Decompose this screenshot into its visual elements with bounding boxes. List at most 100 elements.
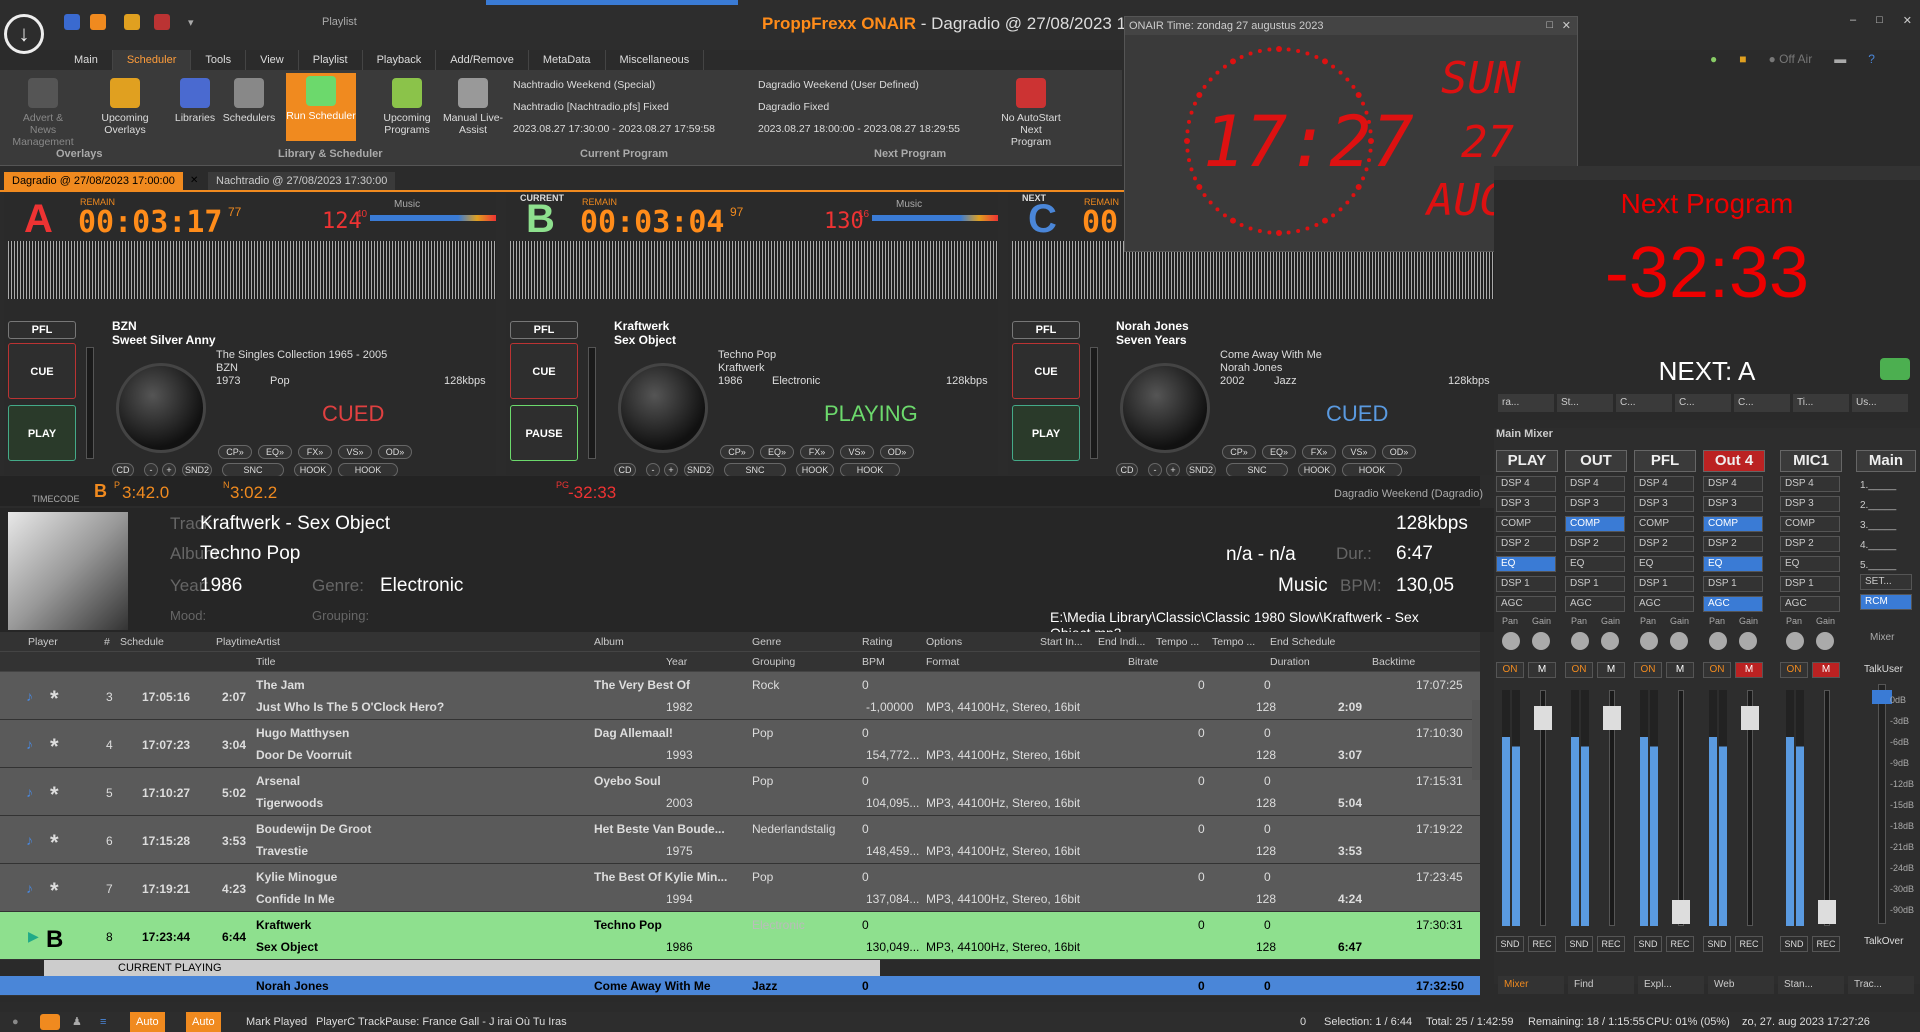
offair-indicator[interactable]: ● Off Air (1769, 52, 1813, 66)
grid-column-header[interactable]: Playtime (216, 636, 256, 648)
deck-fx-button[interactable]: VS» (338, 445, 372, 459)
table-row-next[interactable]: Norah Jones Come Away With Me Jazz 0 0 0 17:32… (0, 976, 1480, 996)
grid-column-header[interactable]: Grouping (752, 656, 795, 668)
mixer-dsp-slot[interactable]: DSP 1 (1780, 576, 1840, 592)
close-icon[interactable]: ✕ (1903, 14, 1912, 27)
deck-control-button[interactable]: HOOK (294, 463, 332, 477)
mixer-dsp-slot[interactable]: DSP 3 (1565, 496, 1625, 512)
channel-fader-handle[interactable] (1818, 900, 1836, 924)
deck-control-button[interactable]: SND2 PFL (1186, 463, 1216, 487)
deck-fx-button[interactable]: VS» (1342, 445, 1376, 459)
mixer-bottom-tab[interactable]: Web (1708, 976, 1774, 994)
deck-fx-button[interactable]: FX» (800, 445, 834, 459)
deck-fx-button[interactable]: EQ» (760, 445, 794, 459)
mixer-bottom-tab[interactable]: Expl... (1638, 976, 1704, 994)
mixer-dsp-slot[interactable]: AGC (1565, 596, 1625, 612)
deck-fx-button[interactable]: EQ» (258, 445, 292, 459)
mixer-dsp-slot[interactable]: EQ (1496, 556, 1556, 572)
main-fader-handle[interactable] (1872, 690, 1892, 704)
mixer-dsp-slot[interactable]: DSP 4 (1634, 476, 1694, 492)
deck-fx-button[interactable]: CP» (1222, 445, 1256, 459)
grid-column-header[interactable]: Tempo ... (1156, 636, 1199, 648)
mixer-channel-play[interactable]: PLAY (1496, 450, 1558, 472)
ribbon-button-run-scheduler[interactable]: Run Scheduler (286, 73, 356, 141)
mixer-channel-mic1[interactable]: MIC1 (1780, 450, 1842, 472)
table-row[interactable]: ♪ * 6 17:15:28 3:53 Boudewijn De Groot Travest… (0, 816, 1480, 864)
grid-column-header[interactable]: Format (926, 656, 959, 668)
mixer-dsp-slot[interactable]: DSP 4 (1565, 476, 1625, 492)
gain-knob[interactable] (1670, 632, 1688, 650)
table-row[interactable]: ♪ * 5 17:10:27 5:02 Arsenal Tigerwoods Oyebo So… (0, 768, 1480, 816)
menu-tab-playlist[interactable]: Playlist (299, 50, 363, 70)
hook-button[interactable]: HOOK (1342, 463, 1402, 477)
channel-on-button[interactable]: ON (1703, 662, 1731, 678)
user-icon[interactable]: ● (1710, 52, 1717, 66)
rec-button[interactable]: REC (1735, 936, 1763, 952)
channel-on-button[interactable]: ON (1565, 662, 1593, 678)
deck-fx-button[interactable]: FX» (1302, 445, 1336, 459)
maximize-icon[interactable]: □ (1876, 14, 1883, 27)
pan-knob[interactable] (1571, 632, 1589, 650)
deck-fx-button[interactable]: FX» (298, 445, 332, 459)
deck-control-button[interactable]: SNC (222, 463, 284, 477)
grid-column-header[interactable]: Year (666, 656, 687, 668)
mixer-dsp-slot[interactable]: DSP 3 (1703, 496, 1763, 512)
menu-tab-main[interactable]: Main (60, 50, 113, 70)
table-row[interactable]: ♪ * 7 17:19:21 4:23 Kylie Minogue Confide In M… (0, 864, 1480, 912)
deck-control-button[interactable]: HOOK (796, 463, 834, 477)
jog-wheel[interactable] (116, 363, 206, 453)
mixer-dsp-slot[interactable]: DSP 3 (1634, 496, 1694, 512)
pan-knob[interactable] (1640, 632, 1658, 650)
table-row[interactable]: ♪ * 4 17:07:23 3:04 Hugo Matthysen Door De Voo… (0, 720, 1480, 768)
next-program-tab[interactable]: C... (1675, 394, 1731, 412)
mixer-dsp-slot[interactable]: DSP 3 (1496, 496, 1556, 512)
mark-played-button[interactable]: Mark Played (246, 1012, 307, 1032)
bulb-icon[interactable] (40, 1014, 60, 1030)
pan-knob[interactable] (1502, 632, 1520, 650)
mixer-channel-out[interactable]: OUT (1565, 450, 1627, 472)
mixer-dsp-slot[interactable]: DSP 1 (1703, 576, 1763, 592)
deck-control-button[interactable]: CD (1116, 463, 1138, 477)
deck-control-button[interactable]: CD (112, 463, 134, 477)
deck-fx-button[interactable]: OD» (880, 445, 914, 459)
pitch-fader[interactable] (1090, 347, 1098, 459)
grid-column-header[interactable]: # (104, 636, 110, 648)
app-menu-icon[interactable]: ↓ (4, 14, 44, 54)
deck-fx-button[interactable]: OD» (1382, 445, 1416, 459)
deck-control-button[interactable]: CD (614, 463, 636, 477)
channel-mute-button[interactable]: M (1666, 662, 1694, 678)
mixer-dsp-slot[interactable]: DSP 1 (1634, 576, 1694, 592)
minimize-icon[interactable]: – (1850, 14, 1856, 27)
menu-tab-playback[interactable]: Playback (363, 50, 437, 70)
ribbon-button-upcoming-programs[interactable]: Upcoming Programs (376, 75, 438, 145)
next-program-tab[interactable]: Us... (1852, 394, 1908, 412)
channel-fader-handle[interactable] (1603, 706, 1621, 730)
mixer-dsp-slot[interactable]: COMP (1496, 516, 1556, 532)
mixer-bottom-tab[interactable]: Trac... (1848, 976, 1914, 994)
grid-column-header[interactable]: Rating (862, 636, 892, 648)
main-slot-3[interactable]: 3._____ (1860, 516, 1896, 536)
ribbon-button-no-autostart-next-program[interactable]: No AutoStart Next Program (1000, 75, 1062, 148)
snd-button[interactable]: SND (1565, 936, 1593, 952)
next-program-tab[interactable]: ra... (1498, 394, 1554, 412)
mixer-bottom-tab[interactable]: Stan... (1778, 976, 1844, 994)
main-slot-4[interactable]: 4._____ (1860, 536, 1896, 556)
main-slot-1[interactable]: 1._____ (1860, 476, 1896, 496)
pfl-button[interactable]: PFL (1012, 321, 1080, 339)
mixer-dsp-slot[interactable]: AGC (1703, 596, 1763, 612)
flag-icon[interactable] (154, 14, 170, 30)
deck-fx-button[interactable]: CP» (218, 445, 252, 459)
channel-on-button[interactable]: ON (1496, 662, 1524, 678)
mixer-dsp-slot[interactable]: EQ (1565, 556, 1625, 572)
snd-button[interactable]: SND (1703, 936, 1731, 952)
pan-knob[interactable] (1786, 632, 1804, 650)
next-program-tab[interactable]: St... (1557, 394, 1613, 412)
grid-column-header[interactable]: Title (256, 656, 275, 668)
menu-tab-metadata[interactable]: MetaData (529, 50, 606, 70)
pitch-fader[interactable] (86, 347, 94, 459)
ribbon-button-advert-news-management[interactable]: Advert & News Management (12, 75, 74, 148)
mixer-channel-pfl[interactable]: PFL (1634, 450, 1696, 472)
grid-column-header[interactable]: End Schedule (1270, 636, 1335, 648)
grid-column-header[interactable]: BPM (862, 656, 885, 668)
mixer-dsp-slot[interactable]: DSP 4 (1780, 476, 1840, 492)
